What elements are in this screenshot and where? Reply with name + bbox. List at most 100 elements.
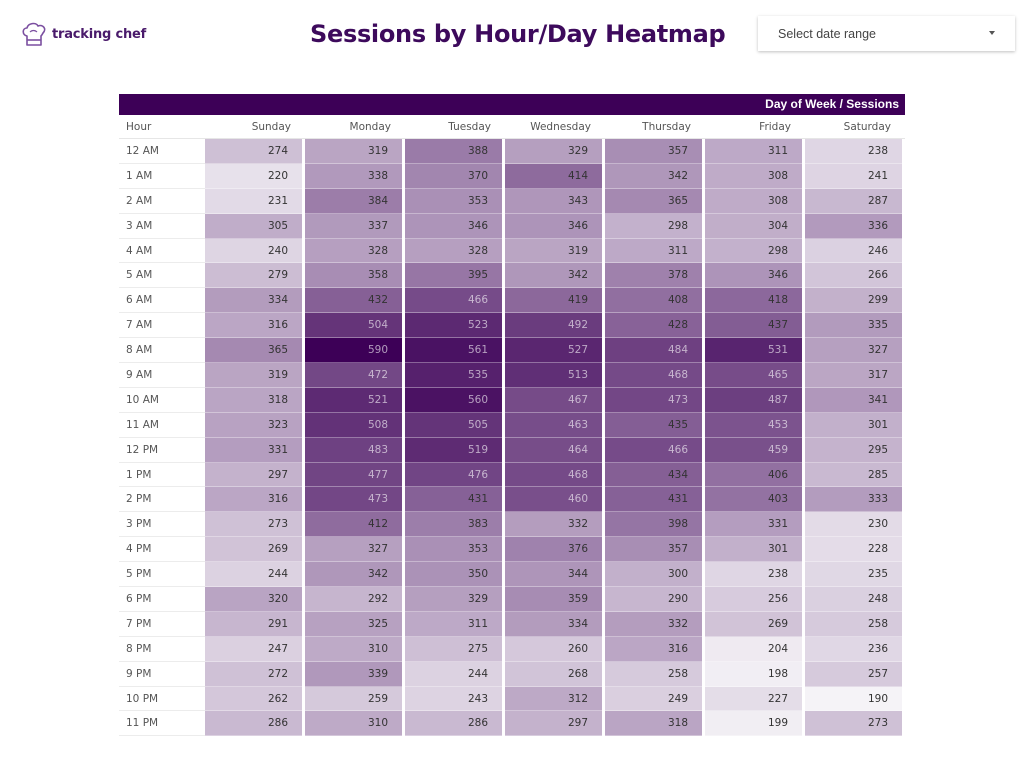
logo: tracking chef — [20, 20, 146, 48]
table-row: 11 PM 286 310 286 297 318 199 273 — [119, 711, 905, 737]
heatmap-cell: 513 — [505, 363, 602, 388]
table-row: 12 PM 331 483 519 464 466 459 295 — [119, 437, 905, 463]
heatmap-cell: 297 — [205, 462, 302, 488]
table-row: 3 PM 273 412 383 332 398 331 230 — [119, 512, 905, 538]
hour-label: 9 PM — [119, 662, 205, 687]
heatmap-cell: 231 — [205, 188, 302, 214]
heatmap-cell: 378 — [605, 263, 702, 289]
heatmap-cell: 484 — [605, 338, 702, 364]
heatmap-cell: 432 — [305, 288, 402, 314]
heatmap-cell: 346 — [505, 213, 602, 239]
heatmap-cell: 274 — [205, 139, 302, 164]
heatmap-cell: 279 — [205, 263, 302, 289]
heatmap-cell: 331 — [705, 512, 802, 538]
table-row: 6 AM 334 432 466 419 408 418 299 — [119, 288, 905, 314]
heatmap-cell: 236 — [805, 636, 902, 662]
heatmap-cell: 527 — [505, 338, 602, 364]
table-row: 4 PM 269 327 353 376 357 301 228 — [119, 537, 905, 563]
heatmap-cell: 353 — [405, 188, 502, 214]
column-header-tuesday[interactable]: Tuesday — [405, 121, 505, 133]
heatmap-cell: 311 — [605, 238, 702, 264]
heatmap-cell: 418 — [705, 288, 802, 314]
column-header-hour[interactable]: Hour — [119, 121, 205, 133]
date-range-select[interactable]: Select date range — [758, 16, 1015, 51]
hour-label: 5 PM — [119, 562, 205, 588]
heatmap-cell: 464 — [505, 437, 602, 463]
heatmap-cell: 316 — [205, 313, 302, 339]
heatmap-cell: 339 — [305, 661, 402, 687]
heatmap-cell: 337 — [305, 213, 402, 239]
heatmap-cell: 561 — [405, 338, 502, 364]
heatmap-cell: 257 — [805, 661, 902, 687]
heatmap-cell: 310 — [305, 711, 402, 737]
heatmap-cell: 273 — [205, 512, 302, 538]
column-header-sunday[interactable]: Sunday — [205, 121, 305, 133]
heatmap-cell: 248 — [805, 587, 902, 612]
hour-label: 12 AM — [119, 139, 205, 164]
column-header-friday[interactable]: Friday — [705, 121, 805, 133]
heatmap-cell: 336 — [805, 213, 902, 239]
heatmap-cell: 483 — [305, 437, 402, 463]
heatmap-cell: 318 — [205, 387, 302, 413]
heatmap-cell: 358 — [305, 263, 402, 289]
heatmap-cell: 269 — [705, 611, 802, 637]
heatmap-cell: 419 — [505, 288, 602, 314]
heatmap-cell: 460 — [505, 487, 602, 513]
hour-label: 4 AM — [119, 239, 205, 264]
table-row: 1 AM 220 338 370 414 342 308 241 — [119, 163, 905, 189]
heatmap-cell: 468 — [605, 363, 702, 388]
table-row: 11 AM 323 508 505 463 435 453 301 — [119, 412, 905, 438]
heatmap-cell: 472 — [305, 363, 402, 388]
heatmap-cell: 505 — [405, 412, 502, 438]
heatmap-cell: 459 — [705, 437, 802, 463]
hour-label: 7 PM — [119, 612, 205, 637]
heatmap-cell: 256 — [705, 587, 802, 612]
table-row: 7 AM 316 504 523 492 428 437 335 — [119, 313, 905, 339]
table-row: 5 PM 244 342 350 344 300 238 235 — [119, 562, 905, 588]
heatmap-cell: 325 — [305, 611, 402, 637]
table-row: 12 AM 274 319 388 329 357 311 238 — [119, 139, 905, 164]
heatmap-cell: 244 — [205, 562, 302, 588]
heatmap-cell: 317 — [805, 363, 902, 388]
heatmap-cell: 273 — [805, 711, 902, 737]
heatmap-cell: 535 — [405, 363, 502, 388]
heatmap-cell: 308 — [705, 163, 802, 189]
heatmap-cell: 287 — [805, 188, 902, 214]
heatmap-cell: 320 — [205, 587, 302, 612]
heatmap-cell: 199 — [705, 711, 802, 737]
hour-label: 8 AM — [119, 338, 205, 364]
heatmap-cell: 230 — [805, 512, 902, 538]
heatmap-cell: 298 — [605, 213, 702, 239]
heatmap-cell: 329 — [505, 139, 602, 164]
heatmap-cell: 319 — [305, 139, 402, 164]
heatmap-cell: 329 — [405, 587, 502, 612]
hour-label: 2 AM — [119, 189, 205, 214]
hour-label: 11 AM — [119, 413, 205, 438]
heatmap-cell: 292 — [305, 587, 402, 612]
heatmap-cell: 295 — [805, 437, 902, 463]
heatmap-cell: 319 — [205, 363, 302, 388]
heatmap-cell: 244 — [405, 661, 502, 687]
table-row: 2 AM 231 384 353 343 365 308 287 — [119, 188, 905, 214]
heatmap-cell: 435 — [605, 412, 702, 438]
heatmap-cell: 403 — [705, 487, 802, 513]
heatmap-cell: 467 — [505, 387, 602, 413]
heatmap-cell: 344 — [505, 562, 602, 588]
heatmap-cell: 266 — [805, 263, 902, 289]
heatmap-cell: 227 — [705, 686, 802, 712]
column-header-monday[interactable]: Monday — [305, 121, 405, 133]
hour-label: 2 PM — [119, 487, 205, 513]
column-header-thursday[interactable]: Thursday — [605, 121, 705, 133]
heatmap-cell: 476 — [405, 462, 502, 488]
heatmap-cell: 590 — [305, 338, 402, 364]
hour-label: 5 AM — [119, 263, 205, 289]
column-header-saturday[interactable]: Saturday — [805, 121, 905, 133]
table-row: 6 PM 320 292 329 359 290 256 248 — [119, 587, 905, 612]
hour-label: 1 PM — [119, 463, 205, 488]
heatmap-cell: 357 — [605, 139, 702, 164]
heatmap-cell: 328 — [305, 238, 402, 264]
page-title: Sessions by Hour/Day Heatmap — [310, 20, 726, 48]
column-header-wednesday[interactable]: Wednesday — [505, 121, 605, 133]
hour-label: 3 AM — [119, 214, 205, 239]
heatmap-cell: 521 — [305, 387, 402, 413]
